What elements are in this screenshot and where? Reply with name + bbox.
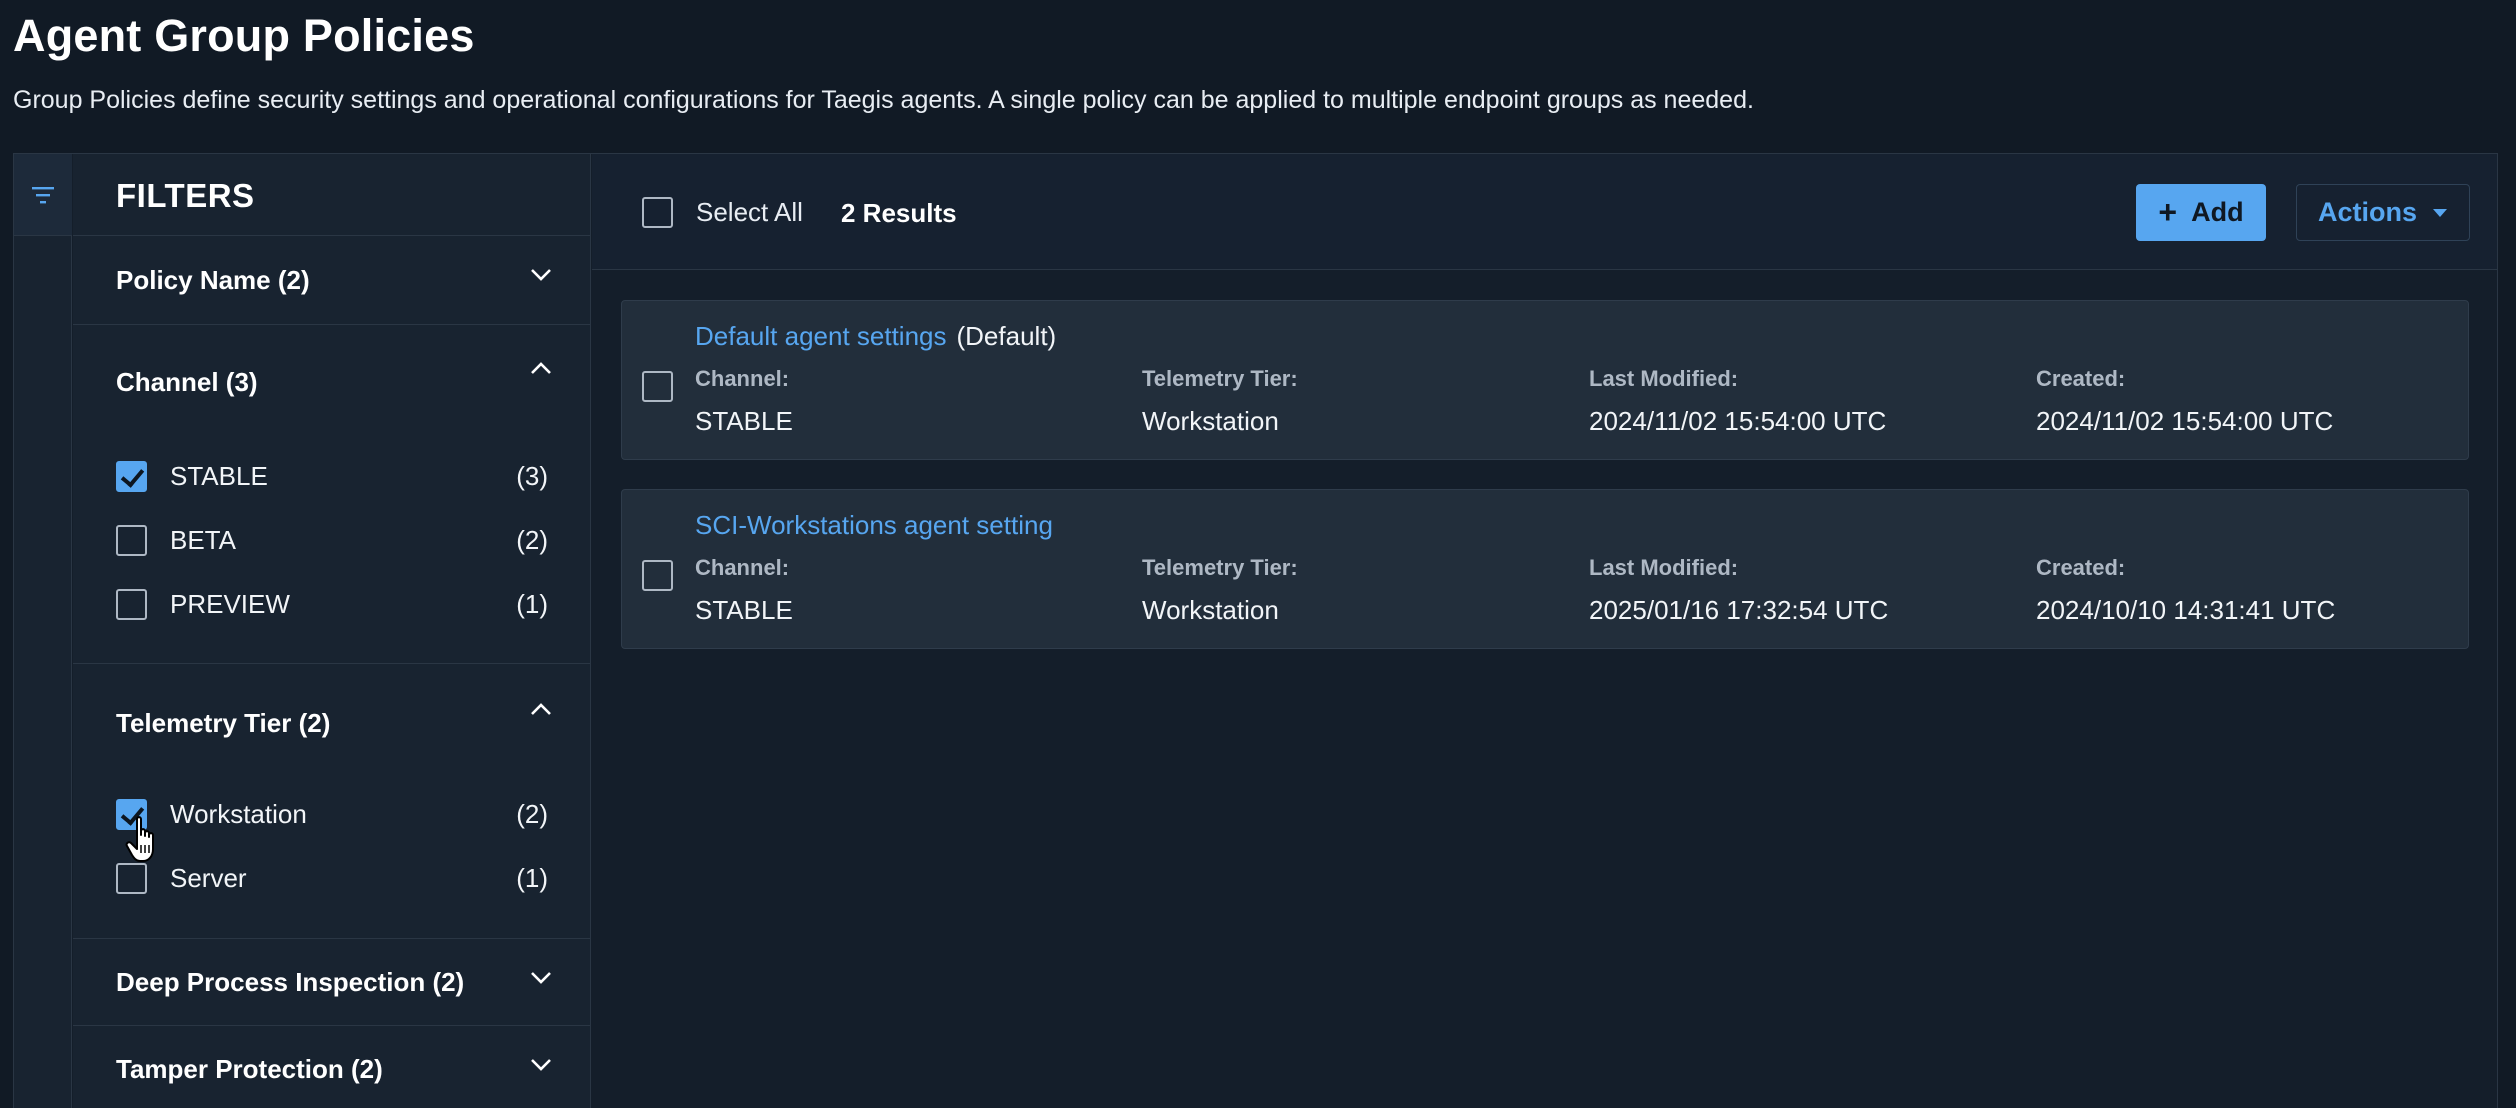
results-count: 2 Results: [841, 198, 957, 228]
field-value: 2024/10/10 14:31:41 UTC: [2036, 595, 2336, 625]
filter-toggle-button[interactable]: [14, 154, 72, 236]
checkbox[interactable]: [116, 862, 147, 894]
filter-header-channel[interactable]: Channel (3): [73, 325, 590, 439]
policy-created: Created: 2024/11/02 15:54:00 UTC: [2036, 366, 2333, 437]
policy-checkbox[interactable]: [642, 560, 673, 591]
field-value: 2025/01/16 17:32:54 UTC: [1589, 595, 1889, 625]
filter-header-tamper-protection[interactable]: Tamper Protection (2): [73, 1026, 590, 1108]
field-value: Workstation: [1142, 595, 1279, 625]
hand-pointer-cursor: [125, 816, 154, 862]
field-label: Last Modified:: [1589, 555, 1739, 580]
plus-icon: +: [2158, 194, 2178, 230]
field-value: Workstation: [1142, 406, 1279, 436]
policy-created: Created: 2024/10/10 14:31:41 UTC: [2036, 555, 2335, 626]
filters-column: FILTERS Policy Name (2) Channel (3) STAB…: [73, 154, 591, 1108]
filter-section-telemetry-tier: Telemetry Tier (2) Workstation (2) Serve…: [73, 664, 590, 939]
option-label: STABLE: [170, 460, 268, 491]
results-toolbar: Select All 2 Results + Add Actions: [592, 154, 2497, 270]
field-value: 2024/11/02 15:54:00 UTC: [2036, 406, 2334, 436]
field-value: 2024/11/02 15:54:00 UTC: [1589, 406, 1887, 436]
field-label: Channel:: [695, 555, 790, 580]
checkbox[interactable]: [116, 524, 147, 556]
field-value: STABLE: [695, 595, 793, 625]
policy-channel: Channel: STABLE: [695, 366, 793, 437]
field-label: Channel:: [695, 366, 790, 391]
field-label: Last Modified:: [1589, 366, 1739, 391]
policy-card[interactable]: SCI-Workstations agent setting Channel: …: [621, 489, 2469, 649]
actions-button-label: Actions: [2318, 197, 2418, 227]
option-count: (2): [516, 798, 548, 829]
option-count: (1): [516, 862, 548, 893]
filter-title: Deep Process Inspection (2): [116, 966, 465, 997]
filters-header: FILTERS: [73, 154, 590, 236]
actions-button[interactable]: Actions: [2296, 184, 2470, 241]
option-count: (3): [516, 460, 548, 491]
filter-option-beta[interactable]: BETA (2): [73, 508, 590, 572]
add-button-label: Add: [2191, 197, 2244, 227]
filter-option-preview[interactable]: PREVIEW (1): [73, 572, 590, 636]
checkbox[interactable]: [642, 197, 673, 228]
chevron-up-icon[interactable]: [530, 361, 552, 375]
policy-name-link[interactable]: SCI-Workstations agent setting: [695, 510, 1053, 540]
policy-title: SCI-Workstations agent setting: [695, 510, 1063, 541]
policy-tag: (Default): [956, 321, 1057, 351]
select-all-checkbox[interactable]: Select All: [642, 197, 803, 228]
chevron-down-icon[interactable]: [530, 971, 552, 985]
policy-card[interactable]: Default agent settings (Default) Channel:…: [621, 300, 2469, 460]
filter-option-stable[interactable]: STABLE (3): [73, 444, 590, 508]
page-description: Group Policies define security settings …: [13, 86, 1754, 114]
filter-header-policy-name[interactable]: Policy Name (2): [73, 236, 590, 324]
chevron-up-icon[interactable]: [530, 702, 552, 716]
field-label: Telemetry Tier:: [1142, 366, 1298, 391]
checkbox[interactable]: [116, 588, 147, 620]
option-label: BETA: [170, 524, 236, 555]
chevron-down-icon[interactable]: [530, 268, 552, 282]
filter-icon: [32, 186, 54, 203]
option-count: (1): [516, 588, 548, 619]
field-value: STABLE: [695, 406, 793, 436]
caret-down-icon: [2433, 209, 2447, 217]
select-all-label: Select All: [696, 197, 803, 227]
policy-last-modified: Last Modified: 2025/01/16 17:32:54 UTC: [1589, 555, 1888, 626]
filter-rail: [14, 154, 72, 1108]
policy-telemetry-tier: Telemetry Tier: Workstation: [1142, 366, 1298, 437]
filter-title: Channel (3): [116, 366, 258, 397]
filter-section-deep-process-inspection: Deep Process Inspection (2): [73, 939, 590, 1026]
field-label: Created:: [2036, 366, 2126, 391]
policies-panel: FILTERS Policy Name (2) Channel (3) STAB…: [13, 153, 2498, 1108]
policy-name-link[interactable]: Default agent settings: [695, 321, 947, 351]
policy-checkbox[interactable]: [642, 371, 673, 402]
filter-title: Policy Name (2): [116, 264, 310, 295]
filter-header-deep-process-inspection[interactable]: Deep Process Inspection (2): [73, 939, 590, 1025]
checkbox[interactable]: [116, 460, 147, 492]
filter-section-channel: Channel (3) STABLE (3) BETA (2) PREVIEW: [73, 325, 590, 664]
add-button[interactable]: + Add: [2136, 184, 2266, 241]
filter-section-tamper-protection: Tamper Protection (2): [73, 1026, 590, 1108]
chevron-down-icon[interactable]: [530, 1058, 552, 1072]
results-area: Select All 2 Results + Add Actions Defau…: [592, 154, 2497, 1108]
option-count: (2): [516, 524, 548, 555]
policy-telemetry-tier: Telemetry Tier: Workstation: [1142, 555, 1298, 626]
policy-channel: Channel: STABLE: [695, 555, 793, 626]
field-label: Created:: [2036, 555, 2126, 580]
option-label: PREVIEW: [170, 588, 290, 619]
policy-title: Default agent settings (Default): [695, 321, 1056, 352]
filter-title: Telemetry Tier (2): [116, 707, 331, 738]
filter-section-policy-name: Policy Name (2): [73, 236, 590, 325]
field-label: Telemetry Tier:: [1142, 555, 1298, 580]
filter-title: Tamper Protection (2): [116, 1053, 383, 1084]
filter-header-telemetry-tier[interactable]: Telemetry Tier (2): [73, 664, 590, 782]
option-label: Workstation: [170, 798, 307, 829]
option-label: Server: [170, 862, 247, 893]
page-title: Agent Group Policies: [13, 10, 475, 61]
policy-last-modified: Last Modified: 2024/11/02 15:54:00 UTC: [1589, 366, 1886, 437]
filters-title: FILTERS: [116, 176, 255, 214]
